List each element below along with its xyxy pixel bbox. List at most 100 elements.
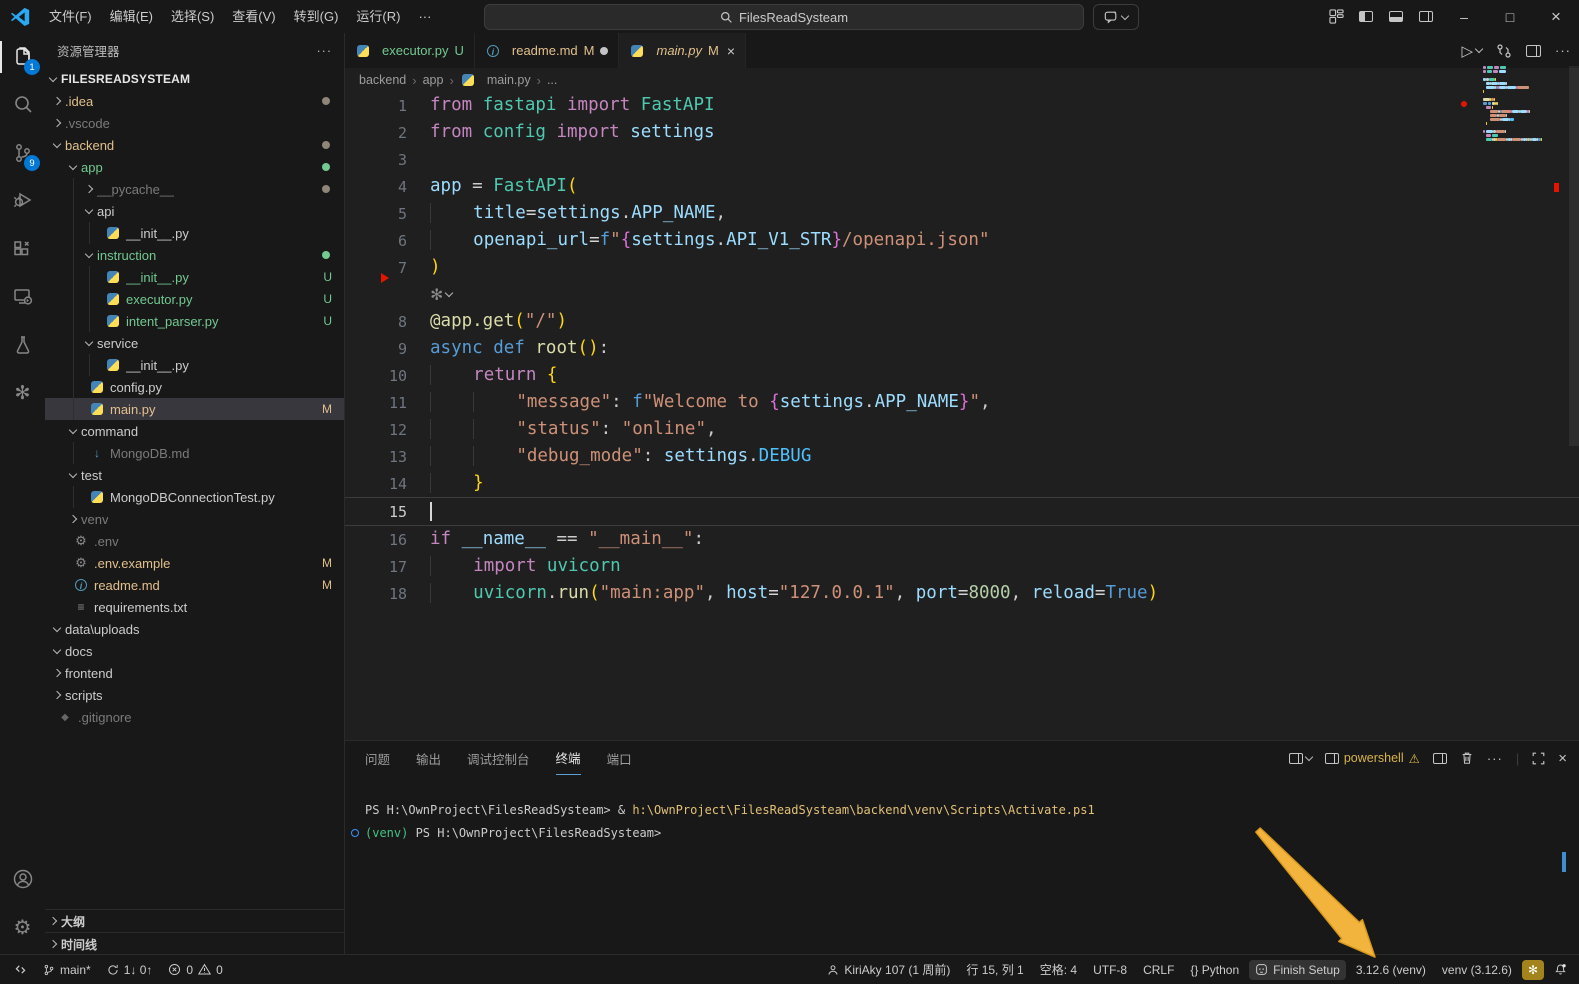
tree-file-row[interactable]: __init__.py <box>45 354 344 376</box>
window-close-button[interactable]: × <box>1533 0 1579 33</box>
tree-file-row[interactable]: main.pyM <box>45 398 344 420</box>
tab-close-icon[interactable]: × <box>727 43 735 59</box>
workspace-root-row[interactable]: FILESREADSYSTEAM <box>45 68 344 90</box>
tree-file-row[interactable]: ↓MongoDB.md <box>45 442 344 464</box>
tree-file-row[interactable]: ≡requirements.txt <box>45 596 344 618</box>
explorer-more-actions-icon[interactable]: ··· <box>317 44 333 58</box>
terminal-output[interactable]: PS H:\OwnProject\FilesReadSysteam> & h:\… <box>365 799 1549 845</box>
settings-gear-button[interactable]: ⚙ <box>0 903 45 951</box>
split-terminal-icon[interactable] <box>1433 753 1447 764</box>
menu-item[interactable]: 文件(F) <box>40 6 101 28</box>
activity-search-button[interactable] <box>0 81 45 129</box>
tree-file-row[interactable]: MongoDBConnectionTest.py <box>45 486 344 508</box>
panel-tab-调试控制台[interactable]: 调试控制台 <box>467 741 530 775</box>
breadcrumb[interactable]: backend›app›main.py›... <box>345 68 1579 92</box>
tree-folder-row[interactable]: .idea <box>45 90 344 112</box>
minimap[interactable] <box>1483 66 1545 142</box>
toggle-panel-button[interactable] <box>1381 4 1411 30</box>
activity-run-debug-button[interactable] <box>0 177 45 225</box>
status-finish-setup[interactable]: Finish Setup <box>1249 960 1346 980</box>
toggle-primary-sidebar-button[interactable] <box>1351 4 1381 30</box>
maximize-panel-icon[interactable] <box>1532 752 1545 765</box>
editor-tab-main.py[interactable]: main.pyM× <box>619 33 746 68</box>
status-python-interpreter[interactable]: 3.12.6 (venv) <box>1350 960 1432 980</box>
activity-ai-extension-button[interactable]: ✻ <box>0 369 45 417</box>
tree-folder-row[interactable]: command <box>45 420 344 442</box>
activity-extensions-button[interactable] <box>0 225 45 273</box>
tree-folder-row[interactable]: data\uploads <box>45 618 344 640</box>
split-editor-icon[interactable] <box>1526 45 1541 57</box>
editor-tab-executor.py[interactable]: executor.pyU <box>345 33 475 68</box>
status-git-sync[interactable]: 1↓ 0↑ <box>101 960 159 980</box>
tree-file-row[interactable]: __init__.py <box>45 222 344 244</box>
menu-item[interactable]: 选择(S) <box>162 6 223 28</box>
tree-folder-row[interactable]: app <box>45 156 344 178</box>
status-cursor-position[interactable]: 行 15, 列 1 <box>960 958 1029 981</box>
editor-more-actions-icon[interactable]: ··· <box>1555 43 1571 58</box>
activity-remote-explorer-button[interactable] <box>0 273 45 321</box>
panel-tab-输出[interactable]: 输出 <box>416 741 441 775</box>
editor-scrollbar[interactable] <box>1569 66 1579 446</box>
close-panel-icon[interactable]: × <box>1558 750 1567 767</box>
tree-file-row[interactable]: ◆.gitignore <box>45 706 344 728</box>
command-center-search[interactable]: FilesReadSysteam <box>484 4 1084 30</box>
window-maximize-button[interactable]: □ <box>1487 0 1533 33</box>
new-terminal-button[interactable] <box>1289 753 1312 764</box>
status-problems[interactable]: 00 <box>162 960 228 980</box>
open-changes-icon[interactable] <box>1496 43 1512 59</box>
status-remote[interactable] <box>8 960 33 979</box>
menu-item[interactable]: 编辑(E) <box>101 6 162 28</box>
breadcrumb-item[interactable]: main.py <box>487 73 531 87</box>
tree-folder-row[interactable]: service <box>45 332 344 354</box>
tree-file-row[interactable]: ireadme.mdM <box>45 574 344 596</box>
menu-item[interactable]: ··· <box>409 6 440 28</box>
tree-folder-row[interactable]: __pycache__ <box>45 178 344 200</box>
editor-tab-readme.md[interactable]: ireadme.mdM <box>475 33 620 68</box>
status-notifications[interactable] <box>1548 960 1573 979</box>
customize-layout-button[interactable] <box>1321 4 1351 30</box>
panel-more-actions-icon[interactable]: ··· <box>1487 751 1503 766</box>
menu-item[interactable]: 运行(R) <box>347 6 409 28</box>
panel-tab-问题[interactable]: 问题 <box>365 741 390 775</box>
menu-item[interactable]: 转到(G) <box>285 6 348 28</box>
panel-tab-端口[interactable]: 端口 <box>607 741 632 775</box>
tree-folder-row[interactable]: .vscode <box>45 112 344 134</box>
activity-source-control-button[interactable]: 9 <box>0 129 45 177</box>
command-decoration-icon[interactable] <box>351 829 359 837</box>
tree-file-row[interactable]: __init__.pyU <box>45 266 344 288</box>
panel-tab-终端[interactable]: 终端 <box>556 741 581 775</box>
window-minimize-button[interactable]: – <box>1441 0 1487 33</box>
tree-file-row[interactable]: ⚙.env.exampleM <box>45 552 344 574</box>
status-git-branch[interactable]: main* <box>37 960 97 980</box>
tree-folder-row[interactable]: backend <box>45 134 344 156</box>
tree-folder-row[interactable]: test <box>45 464 344 486</box>
inline-ai-widget[interactable]: ✻ <box>431 285 452 304</box>
tree-file-row[interactable]: config.py <box>45 376 344 398</box>
breadcrumb-item[interactable]: app <box>423 73 444 87</box>
accounts-button[interactable] <box>0 855 45 903</box>
status-eol[interactable]: CRLF <box>1137 960 1180 980</box>
status-language-mode[interactable]: {} Python <box>1184 960 1245 980</box>
tree-file-row[interactable]: ⚙.env <box>45 530 344 552</box>
tree-folder-row[interactable]: venv <box>45 508 344 530</box>
sidebar-section-timeline[interactable]: 时间线 <box>45 932 344 955</box>
activity-testing-button[interactable] <box>0 321 45 369</box>
copilot-menu-button[interactable] <box>1093 4 1139 30</box>
sidebar-section-outline[interactable]: 大纲 <box>45 909 344 932</box>
dirty-indicator-icon[interactable] <box>600 47 608 55</box>
terminal-instance-item[interactable]: powershell ⚠ <box>1325 751 1420 766</box>
status-encoding[interactable]: UTF-8 <box>1087 960 1133 980</box>
tree-folder-row[interactable]: scripts <box>45 684 344 706</box>
tree-folder-row[interactable]: docs <box>45 640 344 662</box>
breadcrumb-item[interactable]: backend <box>359 73 406 87</box>
status-venv-status[interactable]: venv (3.12.6) <box>1436 960 1518 980</box>
kill-terminal-icon[interactable] <box>1460 751 1474 765</box>
status-git-blame[interactable]: KiriAky 107 (1 周前) <box>821 958 956 981</box>
terminal-scrollbar[interactable] <box>1562 852 1566 872</box>
tree-file-row[interactable]: intent_parser.pyU <box>45 310 344 332</box>
tree-file-row[interactable]: executor.pyU <box>45 288 344 310</box>
tree-folder-row[interactable]: api <box>45 200 344 222</box>
activity-explorer-button[interactable]: 1 <box>0 33 45 81</box>
run-python-button[interactable]: ▷ <box>1461 42 1482 60</box>
status-ai-extension[interactable]: ✻ <box>1522 960 1544 980</box>
